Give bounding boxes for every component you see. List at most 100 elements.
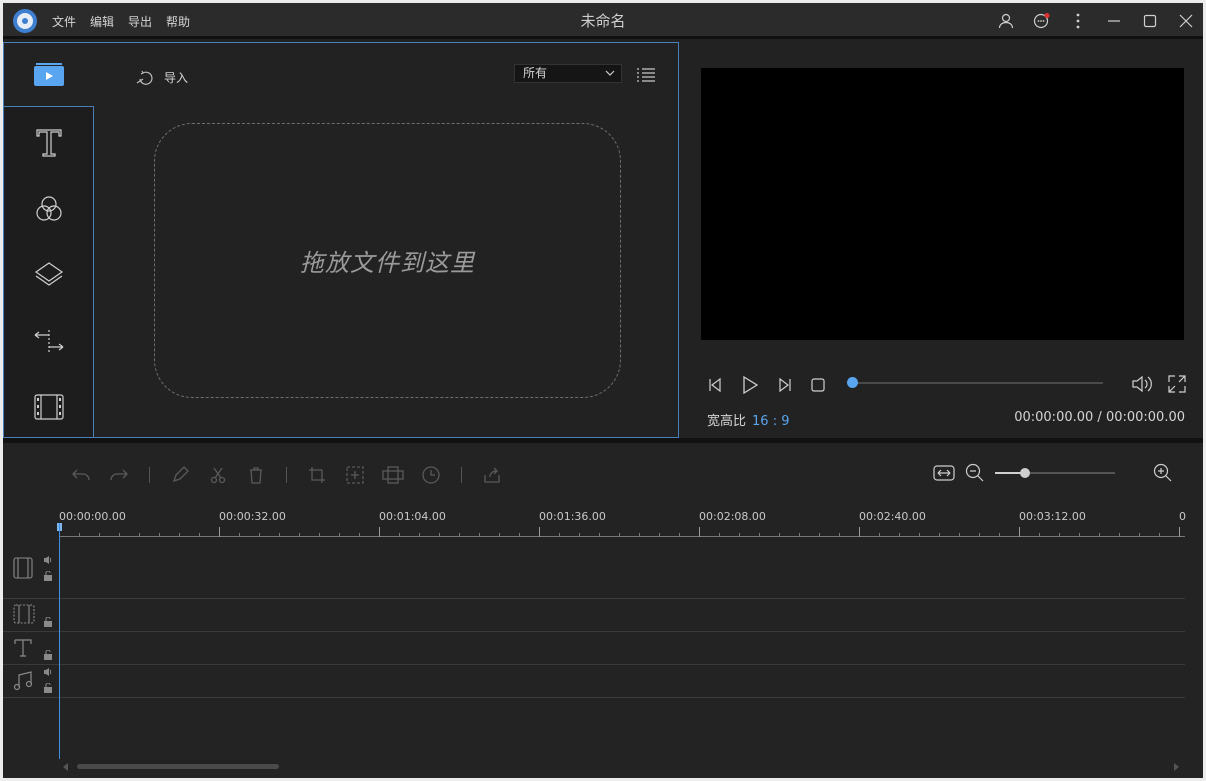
scrollbar-thumb[interactable] (77, 764, 279, 769)
filters-icon (36, 196, 62, 221)
sidebar-item-filters[interactable] (4, 177, 94, 241)
timeline-toolbar (69, 463, 504, 487)
timecode: 00:00:00.00 / 00:00:00.00 (1014, 410, 1185, 425)
export-clip-icon[interactable] (480, 463, 504, 487)
playback-progress-bar[interactable] (847, 377, 1103, 388)
ruler-major-tick (859, 527, 860, 537)
track-header (3, 537, 59, 598)
prev-frame-icon[interactable] (705, 374, 727, 396)
time-current: 00:00:00.00 (1014, 410, 1094, 425)
ruler-label: 00:00:00.00 (59, 510, 126, 523)
chevron-down-icon (605, 67, 615, 79)
media-icon (34, 62, 64, 86)
sidebar-item-media[interactable] (4, 43, 94, 107)
scroll-right-icon[interactable] (1173, 763, 1179, 771)
text-track-icon (14, 639, 32, 657)
title-bar: 文件 编辑 导出 帮助 未命名 (3, 3, 1203, 39)
user-icon[interactable] (995, 10, 1017, 32)
ruler-major-tick (1179, 527, 1180, 537)
ruler-label: 0 (1179, 510, 1186, 523)
ruler-label: 00:00:32.00 (219, 510, 286, 523)
import-icon (136, 70, 153, 85)
play-icon[interactable] (739, 374, 761, 396)
track-volume-icon[interactable] (43, 555, 53, 565)
text-track[interactable] (3, 632, 1185, 665)
feedback-icon[interactable] (1031, 10, 1053, 32)
zoom-crop-icon[interactable] (343, 463, 367, 487)
aspect-ratio: 宽高比 16 : 9 (707, 410, 789, 429)
filter-select[interactable]: 所有 (514, 64, 622, 83)
sidebar-item-transitions[interactable] (4, 309, 94, 373)
time-total: 00:00:00.00 (1105, 410, 1185, 425)
zoom-out-icon[interactable] (965, 463, 985, 483)
scroll-left-icon[interactable] (63, 763, 69, 771)
minimize-icon[interactable] (1103, 10, 1125, 32)
drop-hint: 拖放文件到这里 (300, 249, 475, 277)
redo-icon[interactable] (107, 463, 131, 487)
zoom-controls (933, 463, 1173, 483)
library-sidebar (4, 43, 94, 437)
track-lock-icon[interactable] (43, 650, 53, 660)
toolbar-separator (149, 467, 150, 483)
cut-icon[interactable] (206, 463, 230, 487)
ruler-label: 00:03:12.00 (1019, 510, 1086, 523)
duration-icon[interactable] (419, 463, 443, 487)
import-button[interactable]: 导入 (136, 69, 188, 86)
toolbar-separator (461, 467, 462, 483)
ruler-major-tick (539, 527, 540, 537)
preview-screen (701, 68, 1184, 340)
sidebar-item-elements[interactable] (4, 375, 94, 439)
mosaic-icon[interactable] (381, 463, 405, 487)
ruler-major-tick (1019, 527, 1020, 537)
track-volume-icon[interactable] (43, 667, 53, 677)
pip-track[interactable] (3, 599, 1185, 632)
timeline-ruler[interactable]: 00:00:00.00 00:00:32.00 00:01:04.00 00:0… (59, 507, 1186, 537)
zoom-in-icon[interactable] (1153, 463, 1173, 483)
playhead[interactable] (59, 523, 60, 759)
overlays-icon (34, 262, 64, 286)
toolbar-separator (286, 467, 287, 483)
sidebar-divider (93, 107, 94, 437)
zoom-slider[interactable] (995, 468, 1115, 478)
ruler-major-tick (219, 527, 220, 537)
track-lock-icon[interactable] (43, 571, 53, 581)
progress-knob[interactable] (847, 377, 858, 388)
ruler-major-tick (379, 527, 380, 537)
delete-icon[interactable] (244, 463, 268, 487)
crop-icon[interactable] (305, 463, 329, 487)
sidebar-item-overlays[interactable] (4, 243, 94, 307)
fullscreen-icon[interactable] (1167, 374, 1187, 394)
fit-timeline-icon[interactable] (933, 464, 955, 482)
drop-zone[interactable]: 拖放文件到这里 (154, 123, 621, 398)
timeline-panel: 00:00:00.00 00:00:32.00 00:01:04.00 00:0… (3, 443, 1203, 778)
stop-icon[interactable] (807, 374, 829, 396)
track-lock-icon[interactable] (43, 683, 53, 693)
list-view-icon[interactable] (636, 67, 656, 83)
music-track[interactable] (3, 665, 1185, 698)
sidebar-item-text[interactable] (4, 111, 94, 175)
timeline-scrollbar[interactable] (63, 762, 1183, 771)
ruler-label: 00:01:04.00 (379, 510, 446, 523)
preview-panel: 宽高比 16 : 9 00:00:00.00 / 00:00:00.00 (679, 42, 1203, 438)
app-window: 文件 编辑 导出 帮助 未命名 导入 所有 拖放文件到这里 宽高比 16: 9… (3, 3, 1203, 778)
ruler-ticks (59, 529, 1185, 537)
undo-icon[interactable] (69, 463, 93, 487)
track-header (3, 665, 59, 697)
maximize-icon[interactable] (1139, 10, 1161, 32)
zoom-slider-knob[interactable] (1020, 468, 1030, 478)
music-track-icon (13, 671, 33, 691)
ruler-label: 00:02:08.00 (699, 510, 766, 523)
track-lock-icon[interactable] (43, 617, 53, 627)
track-header (3, 599, 59, 631)
next-frame-icon[interactable] (773, 374, 795, 396)
volume-icon[interactable] (1131, 374, 1153, 394)
pip-track-icon (13, 604, 35, 624)
video-track[interactable] (3, 537, 1185, 599)
edit-icon[interactable] (168, 463, 192, 487)
transitions-icon (34, 330, 64, 352)
ruler-label: 00:01:36.00 (539, 510, 606, 523)
more-icon[interactable] (1067, 10, 1089, 32)
aspect-value[interactable]: 16 : 9 (752, 414, 789, 429)
close-icon[interactable] (1175, 10, 1197, 32)
track-header (3, 632, 59, 664)
